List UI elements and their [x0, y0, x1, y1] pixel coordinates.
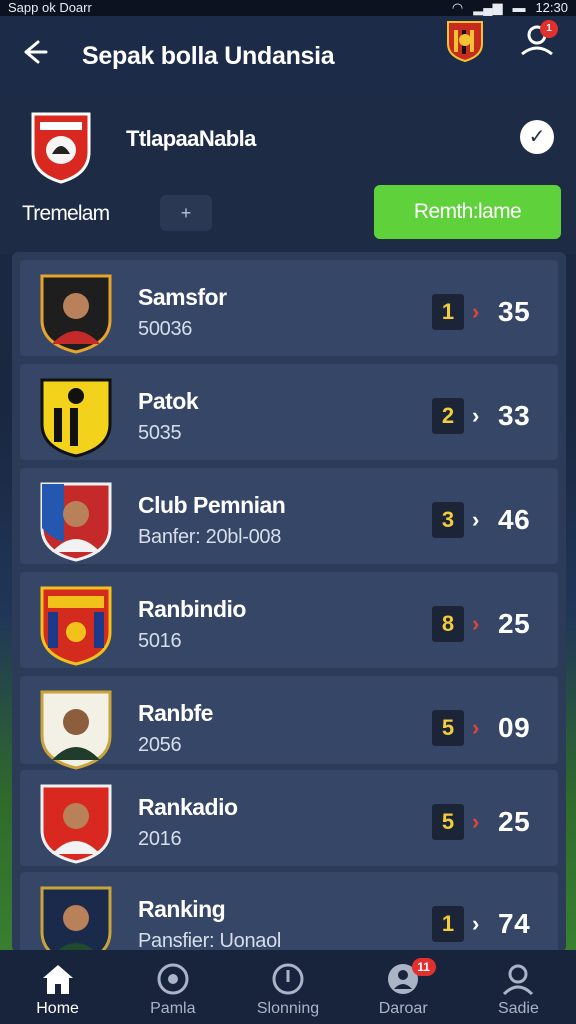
status-time: 12:30 — [535, 0, 568, 15]
list-item[interactable]: Ranbfe 2056 5 › 09 — [20, 676, 558, 770]
player-avatar — [40, 886, 112, 952]
bottom-nav: Home Pamla Slonning 11 Daroar Sadie — [0, 950, 576, 1024]
rank-badge: 5 — [432, 710, 464, 746]
club-badge-avatar — [40, 378, 112, 458]
player-score: 25 — [498, 608, 531, 639]
player-name: Ranbfe — [138, 700, 213, 726]
chevron-right-icon: › — [472, 911, 480, 936]
nav-label: Home — [36, 1000, 79, 1017]
player-score: 46 — [498, 504, 531, 535]
player-name: Patok — [138, 388, 199, 414]
rank-badge: 5 — [432, 804, 464, 840]
list-item[interactable]: Club Pemnian Banfer: 20bl-008 3 › 46 — [20, 468, 558, 564]
signal-icon: ▂▄▆ — [473, 0, 503, 15]
nav-pamla[interactable]: Pamla — [115, 950, 230, 1024]
nav-label: Sadie — [497, 1000, 539, 1017]
player-avatar — [40, 784, 112, 864]
rank-badge: 1 — [432, 294, 464, 330]
primary-action-button[interactable]: Remth:lame — [374, 185, 561, 239]
profile-icon — [503, 964, 534, 996]
player-sub: 5035 — [138, 422, 182, 444]
list-item[interactable]: Rankadio 2016 5 › 25 — [20, 770, 558, 866]
player-score: 74 — [498, 908, 531, 939]
app-header: Sepak bolla Undansia — [0, 16, 576, 96]
status-icons: ◠ ▂▄▆ ▬ 12:30 — [452, 0, 568, 16]
player-sub: Banfer: 20bl-008 — [138, 526, 282, 548]
player-score: 35 — [498, 296, 531, 327]
rank-badge: 1 — [432, 906, 464, 942]
home-icon — [42, 965, 73, 994]
player-score: 25 — [498, 806, 531, 837]
player-name: Rankadio — [138, 794, 238, 820]
team-crest-icon — [31, 112, 91, 184]
player-avatar — [40, 482, 112, 562]
player-score: 09 — [498, 712, 531, 743]
ranking-list: Samsfor 50036 1 › 35 Patok 5035 2 › 33 C… — [12, 252, 566, 952]
team-sub-label: Tremelam — [22, 202, 110, 225]
player-sub: 50036 — [138, 318, 193, 340]
player-sub: 2056 — [138, 734, 182, 756]
add-button[interactable]: + — [160, 195, 212, 231]
player-score: 33 — [498, 400, 531, 431]
status-carrier: Sapp ok Doarr — [8, 0, 92, 15]
nav-label: Slonning — [256, 1000, 320, 1017]
nav-label: Pamla — [150, 1000, 196, 1017]
status-bar: Sapp ok Doarr ◠ ▂▄▆ ▬ 12:30 — [0, 0, 576, 16]
notification-badge: 11 — [411, 958, 436, 976]
rank-badge: 8 — [432, 606, 464, 642]
list-item[interactable]: Patok 5035 2 › 33 — [20, 364, 558, 460]
player-sub: 5016 — [138, 630, 182, 652]
chevron-right-icon: › — [472, 299, 480, 324]
player-name: Ranbindio — [138, 596, 246, 622]
nav-daroar[interactable]: 11 Daroar — [346, 950, 461, 1024]
chevron-right-icon: › — [472, 715, 480, 740]
player-name: Club Pemnian — [138, 492, 286, 518]
team-name: TtlapaaNabla — [126, 126, 256, 151]
nav-label: Daroar — [378, 1000, 428, 1017]
wifi-icon: ◠ — [451, 0, 464, 15]
chevron-right-icon: › — [472, 809, 480, 834]
team-summary: TtlapaaNabla ✓ Tremelam + Remth:lame — [0, 96, 576, 254]
chevron-right-icon: › — [472, 611, 480, 636]
player-sub: 2016 — [138, 828, 182, 850]
nav-sadie[interactable]: Sadie — [461, 950, 576, 1024]
page-title: Sepak bolla Undansia — [82, 41, 335, 70]
list-item[interactable]: Ranbindio 5016 8 › 25 — [20, 572, 558, 668]
list-item[interactable]: Ranking Pansfier: Uonaol 1 › 74 — [20, 872, 558, 952]
back-arrow-icon[interactable] — [20, 38, 60, 74]
notification-badge: 1 — [540, 20, 558, 38]
player-name: Samsfor — [138, 284, 227, 310]
rank-badge: 3 — [432, 502, 464, 538]
nav-home[interactable]: Home — [0, 950, 115, 1024]
clock-icon — [272, 963, 304, 995]
nav-slonning[interactable]: Slonning — [230, 950, 345, 1024]
chevron-right-icon: › — [472, 507, 480, 532]
check-icon[interactable]: ✓ — [520, 120, 554, 154]
player-name: Ranking — [138, 896, 226, 922]
list-item[interactable]: Samsfor 50036 1 › 35 — [20, 260, 558, 356]
battery-icon: ▬ — [512, 0, 526, 15]
player-avatar — [40, 690, 112, 770]
player-sub: Pansfier: Uonaol — [138, 930, 282, 952]
club-badge-avatar — [40, 586, 112, 666]
club-crest-icon[interactable] — [446, 18, 484, 62]
ball-icon — [157, 963, 189, 995]
player-avatar — [40, 274, 112, 354]
chevron-right-icon: › — [472, 403, 480, 428]
rank-badge: 2 — [432, 398, 464, 434]
